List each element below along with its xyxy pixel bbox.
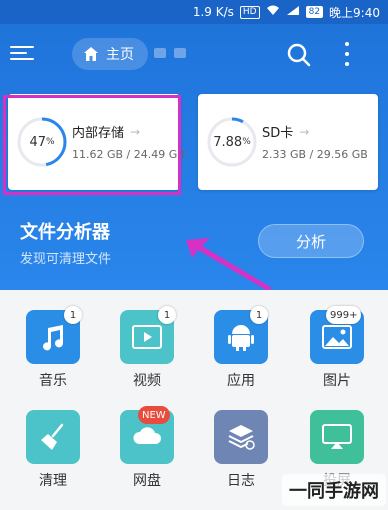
- window-icon: [154, 48, 166, 58]
- watermark-logo: 一同手游网: [282, 474, 386, 506]
- log-stack-icon: [214, 410, 268, 464]
- internal-storage-card[interactable]: 47% 内部存储 → 11.62 GB / 24.49 GB: [8, 94, 185, 190]
- screen-cast-icon: [310, 410, 364, 464]
- video-count-badge: 1: [158, 306, 176, 324]
- breadcrumb-extra: [154, 48, 186, 58]
- sd-card-storage-card[interactable]: 7.88% SD卡 → 2.33 GB / 29.56 GB: [198, 94, 378, 190]
- images-label: 图片: [323, 373, 351, 389]
- grid-item-images[interactable]: 999+ 图片: [288, 290, 378, 390]
- signal-icon: [286, 5, 300, 19]
- apps-count-badge: 1: [250, 306, 268, 324]
- annotation-arrow-icon: [186, 238, 272, 291]
- hd-badge: HD: [239, 5, 260, 19]
- sd-card-usage: 2.33 GB / 29.56 GB: [262, 148, 368, 161]
- video-label: 视频: [133, 373, 161, 389]
- wifi-icon: [266, 5, 280, 19]
- home-icon: [84, 47, 98, 61]
- log-label: 日志: [227, 473, 255, 489]
- file-analyzer-subtitle: 发现可清理文件: [20, 252, 112, 267]
- music-count-badge: 1: [64, 306, 82, 324]
- internal-storage-usage: 11.62 GB / 24.49 GB: [72, 148, 185, 161]
- grid-item-cloud[interactable]: NEW 网盘: [98, 390, 188, 490]
- new-badge: NEW: [138, 406, 170, 424]
- cloud-icon: [174, 48, 186, 58]
- home-breadcrumb[interactable]: 主页: [72, 38, 148, 70]
- cloud-label: 网盘: [133, 473, 161, 489]
- clock: 晚上9:40: [329, 5, 380, 20]
- clean-label: 清理: [39, 473, 67, 489]
- hamburger-menu-icon[interactable]: [10, 42, 34, 66]
- grid-item-log[interactable]: 日志: [192, 390, 282, 490]
- sd-usage-percent: 7.88%: [213, 134, 251, 150]
- internal-usage-percent: 47%: [29, 134, 55, 150]
- images-count-badge: 999+: [326, 306, 362, 324]
- internal-storage-title: 内部存储 →: [72, 124, 141, 142]
- grid-item-clean[interactable]: 清理: [4, 390, 94, 490]
- grid-item-music[interactable]: 1 音乐: [4, 290, 94, 390]
- home-label: 主页: [106, 47, 134, 63]
- file-analyzer-title: 文件分析器: [20, 222, 110, 243]
- header: 主页 47% 内部存储 → 11.62 GB / 24.49 GB 7.88%: [0, 24, 388, 291]
- battery-indicator: 82: [305, 6, 324, 18]
- more-vertical-icon[interactable]: [340, 40, 354, 68]
- grid-item-video[interactable]: 1 视频: [98, 290, 188, 390]
- network-speed: 1.9 K/s: [192, 5, 234, 19]
- broom-icon: [26, 410, 80, 464]
- status-bar: 1.9 K/s HD 82 晚上9:40: [0, 0, 388, 24]
- grid-item-apps[interactable]: 1 应用: [192, 290, 282, 390]
- apps-label: 应用: [227, 373, 255, 389]
- arrow-right-icon: →: [130, 124, 141, 139]
- search-icon[interactable]: [286, 42, 312, 68]
- music-label: 音乐: [39, 373, 67, 389]
- sd-card-title: SD卡 →: [262, 124, 310, 142]
- arrow-right-icon: →: [299, 124, 310, 139]
